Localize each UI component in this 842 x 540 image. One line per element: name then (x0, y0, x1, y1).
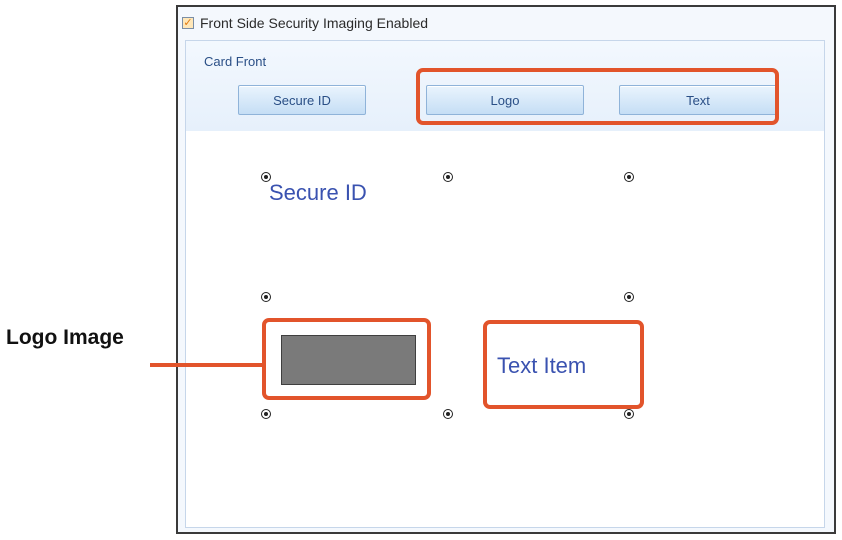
logo-image-label: Logo Image (6, 326, 124, 349)
security-imaging-toggle[interactable]: ✓ Front Side Security Imaging Enabled (182, 13, 428, 33)
handle-top-middle[interactable] (443, 172, 453, 182)
handle-bottom-middle[interactable] (443, 409, 453, 419)
callout-leader-line (150, 363, 264, 367)
callout-logo-image (262, 318, 431, 400)
handle-top-right[interactable] (624, 172, 634, 182)
callout-logo-text-buttons (416, 68, 779, 125)
handle-middle-left[interactable] (261, 292, 271, 302)
group-title: Card Front (204, 54, 267, 69)
secure-id-button[interactable]: Secure ID (238, 85, 366, 115)
checkbox-label: Front Side Security Imaging Enabled (200, 15, 429, 31)
handle-bottom-right[interactable] (624, 409, 634, 419)
handle-bottom-left[interactable] (261, 409, 271, 419)
handle-middle-right[interactable] (624, 292, 634, 302)
secure-id-item[interactable]: Secure ID (269, 180, 367, 206)
enable-checkbox[interactable]: ✓ (182, 17, 194, 29)
callout-text-item (483, 320, 644, 409)
